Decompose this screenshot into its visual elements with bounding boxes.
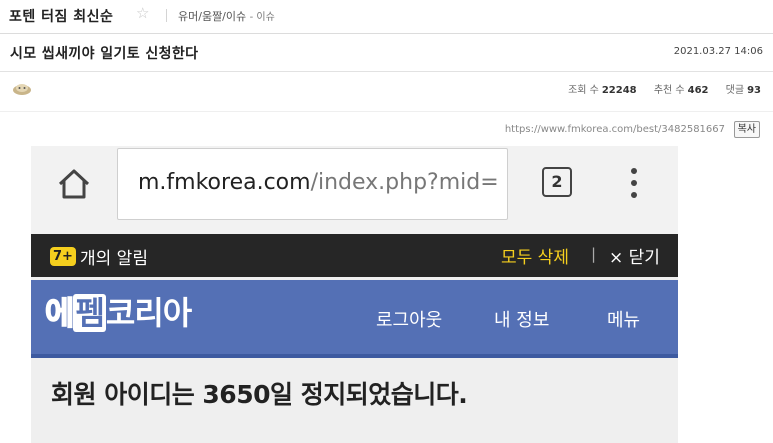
close-button: × 닫기	[609, 248, 660, 268]
divider	[166, 9, 167, 22]
divider	[0, 33, 773, 34]
post-date: 2021.03.27 14:06	[673, 46, 763, 57]
board-title[interactable]: 포텐 터짐 최신순	[9, 6, 113, 26]
comments-count[interactable]: 93	[747, 85, 761, 96]
site-logo: 에펨코리아	[44, 293, 192, 333]
logout-link: 로그아웃	[376, 310, 443, 331]
notification-bar: 7+ 개의 알림 모두 삭제 | × 닫기	[31, 234, 678, 277]
category-label[interactable]: 유머/움짤/이슈	[178, 10, 246, 23]
address-bar: m.fmkorea.com/index.php?mid=	[117, 148, 508, 220]
views-count: 22248	[601, 85, 637, 96]
divider	[0, 71, 773, 72]
board-header: 포텐 터짐 최신순 ☆ 유머/움짤/이슈 - 이슈	[0, 0, 773, 33]
comments-label: 댓글	[725, 85, 745, 96]
star-icon[interactable]: ☆	[136, 4, 149, 22]
views-label: 조회 수	[568, 85, 599, 96]
post-stats: 조회 수 22248 추천 수 462 댓글 93	[568, 81, 761, 96]
my-info-link: 내 정보	[494, 310, 550, 331]
post-url[interactable]: https://www.fmkorea.com/best/3482581667	[505, 124, 725, 135]
post-title: 시모 씹새끼야 일기토 신청한다	[10, 46, 199, 62]
divider: |	[591, 245, 597, 263]
home-icon	[58, 169, 90, 199]
notification-badge: 7+	[50, 247, 76, 266]
divider	[0, 111, 773, 112]
likes-count: 462	[687, 85, 709, 96]
ban-message: 회원 아이디는 3650일 정지되었습니다.	[51, 380, 468, 409]
subcategory-label[interactable]: - 이슈	[250, 12, 275, 23]
menu-link: 메뉴	[607, 310, 641, 331]
delete-all-button: 모두 삭제	[501, 248, 569, 268]
site-nav-bar: 에펨코리아 로그아웃 내 정보 메뉴	[31, 280, 678, 358]
notification-text: 개의 알림	[80, 249, 148, 269]
url-path: /index.php?mid=	[310, 170, 499, 195]
breadcrumb[interactable]: 유머/움짤/이슈 - 이슈	[178, 8, 275, 24]
copy-url-button[interactable]: 복사	[733, 121, 760, 138]
browser-toolbar: m.fmkorea.com/index.php?mid= 2	[31, 146, 678, 234]
address-text: m.fmkorea.com/index.php?mid=	[138, 170, 499, 195]
avatar[interactable]	[12, 82, 32, 95]
url-domain: m.fmkorea.com	[138, 170, 311, 195]
more-options-icon	[631, 168, 637, 200]
tab-count-icon: 2	[542, 167, 572, 197]
embedded-screenshot: m.fmkorea.com/index.php?mid= 2 7+ 개의 알림 …	[31, 146, 678, 443]
likes-label: 추천 수	[653, 85, 685, 96]
